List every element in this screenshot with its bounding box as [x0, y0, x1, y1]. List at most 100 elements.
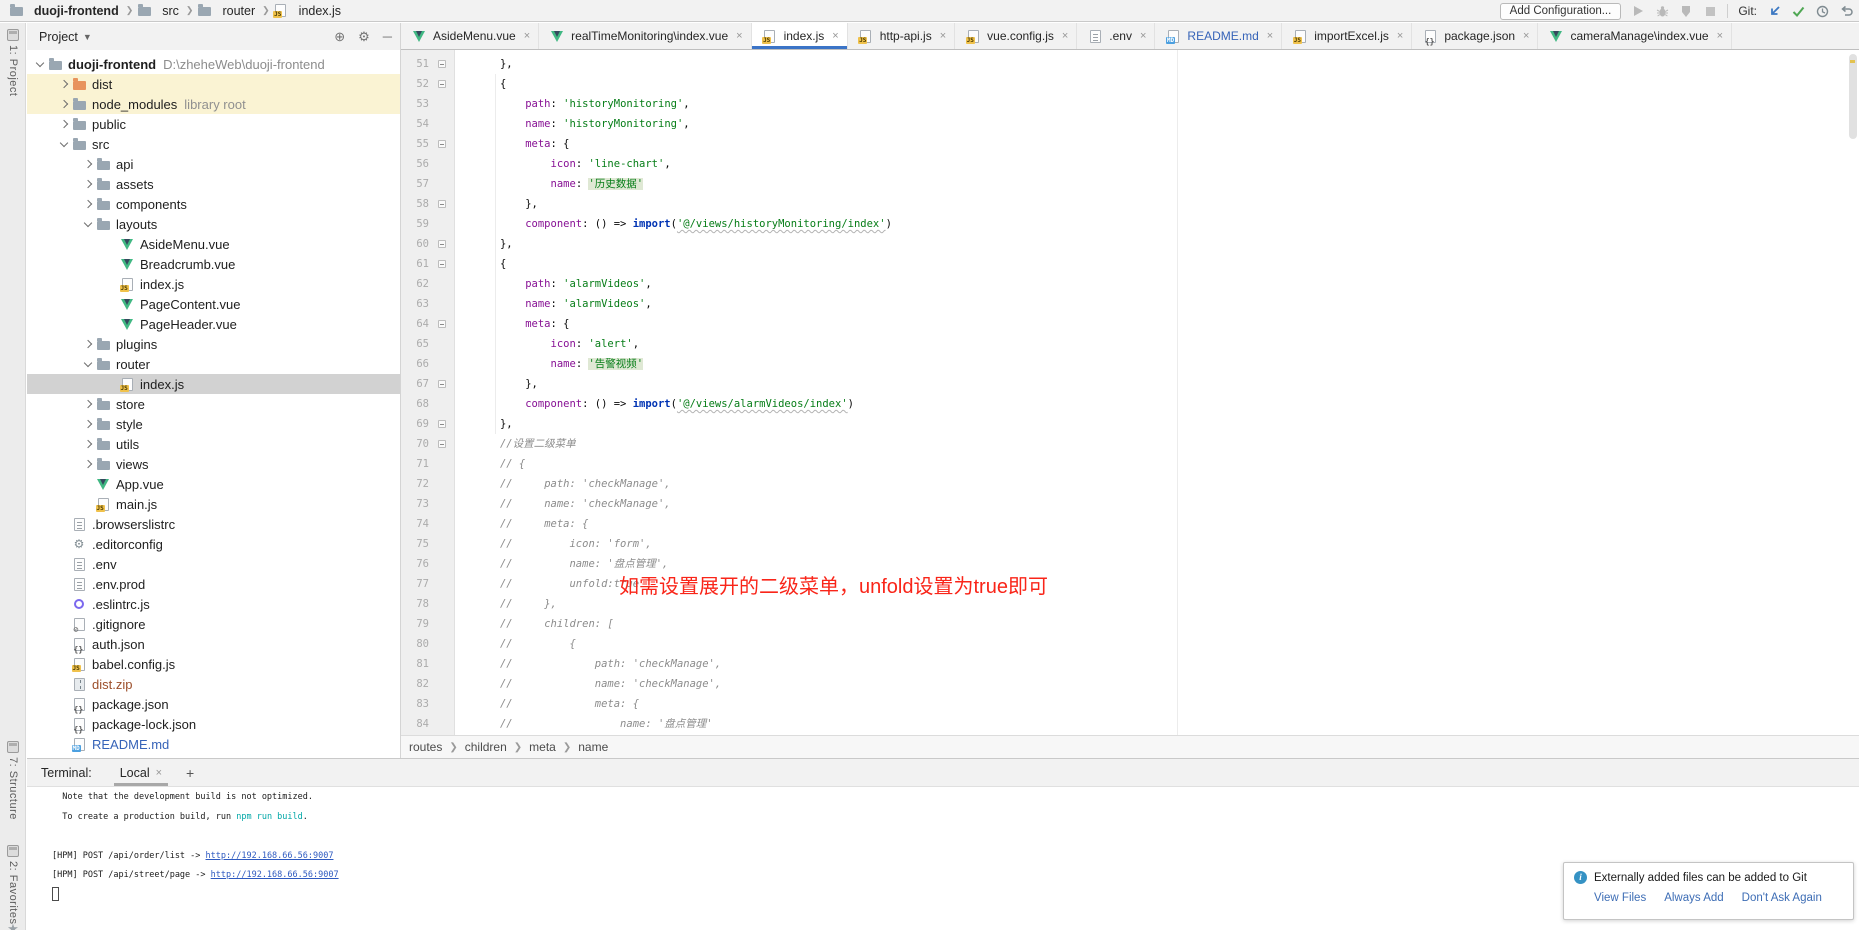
code-line[interactable]: 59 component: () => import('@/views/hist… [401, 214, 1859, 234]
terminal-link[interactable]: http://192.168.66.56:9007 [211, 870, 339, 880]
project-panel-title[interactable]: Project [39, 30, 78, 44]
code-line[interactable]: 58 }, [401, 194, 1859, 214]
add-configuration-button[interactable]: Add Configuration... [1500, 3, 1622, 20]
chevron-slot[interactable] [81, 341, 95, 347]
code-line[interactable]: 82 // name: 'checkManage', [401, 674, 1859, 694]
editor-scrollbar[interactable] [1848, 52, 1857, 733]
editor-tab[interactable]: AsideMenu.vue× [401, 23, 539, 49]
code-line[interactable]: 66 name: '告警视频' [401, 354, 1859, 374]
tree-item[interactable]: MDREADME.md [27, 734, 400, 754]
code-line[interactable]: 72 // path: 'checkManage', [401, 474, 1859, 494]
breadcrumb-node[interactable]: name [578, 740, 608, 754]
code-line[interactable]: 83 // meta: { [401, 694, 1859, 714]
fold-gutter[interactable] [429, 314, 455, 334]
fold-marker-icon[interactable] [438, 200, 446, 208]
code-line[interactable]: 81 // path: 'checkManage', [401, 654, 1859, 674]
tree-item[interactable]: Breadcrumb.vue [27, 254, 400, 274]
chevron-slot[interactable] [57, 121, 71, 127]
tree-item[interactable]: App.vue [27, 474, 400, 494]
fold-marker-icon[interactable] [438, 240, 446, 248]
breadcrumb-item[interactable]: duoji-frontend [8, 4, 119, 18]
tree-item[interactable]: dist [27, 74, 400, 94]
chevron-expanded-icon[interactable] [60, 138, 68, 146]
tree-item[interactable]: dist.zip [27, 674, 400, 694]
fold-marker-icon[interactable] [438, 60, 446, 68]
notification-action-link[interactable]: Don't Ask Again [1742, 892, 1822, 904]
tree-item[interactable]: utils [27, 434, 400, 454]
code-line[interactable]: 74 // meta: { [401, 514, 1859, 534]
tool-button-structure[interactable]: 7: Structure [0, 741, 26, 820]
editor-tab[interactable]: JShttp-api.js× [848, 23, 955, 49]
breadcrumb-node[interactable]: meta [529, 740, 556, 754]
scrollbar-thumb[interactable] [1849, 54, 1857, 139]
chevron-slot[interactable] [81, 401, 95, 407]
fold-marker-icon[interactable] [438, 420, 446, 428]
run-icon[interactable] [1631, 4, 1645, 18]
editor-tab[interactable]: JSvue.config.js× [955, 23, 1077, 49]
chevron-slot[interactable] [57, 143, 71, 146]
tree-item[interactable]: node_moduleslibrary root [27, 94, 400, 114]
code-line[interactable]: 60 }, [401, 234, 1859, 254]
tree-item[interactable]: style [27, 414, 400, 434]
fold-marker-icon[interactable] [438, 260, 446, 268]
tree-item[interactable]: store [27, 394, 400, 414]
tree-item[interactable]: PageHeader.vue [27, 314, 400, 334]
code-editor[interactable]: 51 },52 {53 path: 'historyMonitoring',54… [401, 50, 1859, 735]
fold-gutter[interactable] [429, 234, 455, 254]
fold-marker-icon[interactable] [438, 140, 446, 148]
tree-item[interactable]: JSindex.js [27, 374, 400, 394]
code-line[interactable]: 75 // icon: 'form', [401, 534, 1859, 554]
debug-bug-icon[interactable] [1655, 4, 1669, 18]
fold-gutter[interactable] [429, 74, 455, 94]
tool-button-project[interactable]: 1: Project [0, 29, 26, 96]
breadcrumb-item[interactable]: src [136, 4, 179, 18]
tree-item[interactable]: {}package-lock.json [27, 714, 400, 734]
editor-tab[interactable]: {}package.json× [1412, 23, 1538, 49]
chevron-collapsed-icon[interactable] [84, 420, 92, 428]
fold-marker-icon[interactable] [438, 80, 446, 88]
tree-item[interactable]: assets [27, 174, 400, 194]
chevron-slot[interactable] [81, 181, 95, 187]
chevron-slot[interactable] [81, 161, 95, 167]
tree-item[interactable]: components [27, 194, 400, 214]
rollback-icon[interactable] [1839, 4, 1853, 18]
chevron-slot[interactable] [81, 201, 95, 207]
code-line[interactable]: 56 icon: 'line-chart', [401, 154, 1859, 174]
fold-marker-icon[interactable] [438, 380, 446, 388]
chevron-slot[interactable] [33, 63, 47, 66]
code-line[interactable]: 62 path: 'alarmVideos', [401, 274, 1859, 294]
chevron-slot[interactable] [57, 101, 71, 107]
code-line[interactable]: 84 // name: '盘点管理' [401, 714, 1859, 734]
chevron-slot[interactable] [57, 81, 71, 87]
code-line[interactable]: 52 { [401, 74, 1859, 94]
chevron-collapsed-icon[interactable] [84, 180, 92, 188]
close-icon[interactable]: × [940, 30, 946, 42]
locate-file-icon[interactable]: ⊕ [334, 29, 345, 45]
chevron-slot[interactable] [81, 461, 95, 467]
close-icon[interactable]: × [1717, 30, 1723, 42]
notification-action-link[interactable]: Always Add [1664, 892, 1723, 904]
chevron-collapsed-icon[interactable] [84, 160, 92, 168]
fold-gutter[interactable] [429, 374, 455, 394]
chevron-slot[interactable] [81, 441, 95, 447]
close-icon[interactable]: × [1140, 30, 1146, 42]
chevron-collapsed-icon[interactable] [84, 340, 92, 348]
code-line[interactable]: 79 // children: [ [401, 614, 1859, 634]
code-line[interactable]: 73 // name: 'checkManage', [401, 494, 1859, 514]
close-icon[interactable]: × [832, 30, 838, 42]
tree-item[interactable]: ⚙.editorconfig [27, 534, 400, 554]
code-line[interactable]: 80 // { [401, 634, 1859, 654]
fold-marker-icon[interactable] [438, 320, 446, 328]
chevron-collapsed-icon[interactable] [60, 80, 68, 88]
terminal-link[interactable]: http://192.168.66.56:9007 [206, 851, 334, 861]
chevron-collapsed-icon[interactable] [84, 200, 92, 208]
code-line[interactable]: 69 }, [401, 414, 1859, 434]
editor-tab[interactable]: .env× [1077, 23, 1155, 49]
editor-tab[interactable]: MDREADME.md× [1155, 23, 1282, 49]
fold-gutter[interactable] [429, 414, 455, 434]
chevron-slot[interactable] [81, 363, 95, 366]
code-line[interactable]: 65 icon: 'alert', [401, 334, 1859, 354]
tree-item[interactable]: public [27, 114, 400, 134]
tree-item[interactable]: .env.prod [27, 574, 400, 594]
tree-item[interactable]: .browserslistrc [27, 514, 400, 534]
